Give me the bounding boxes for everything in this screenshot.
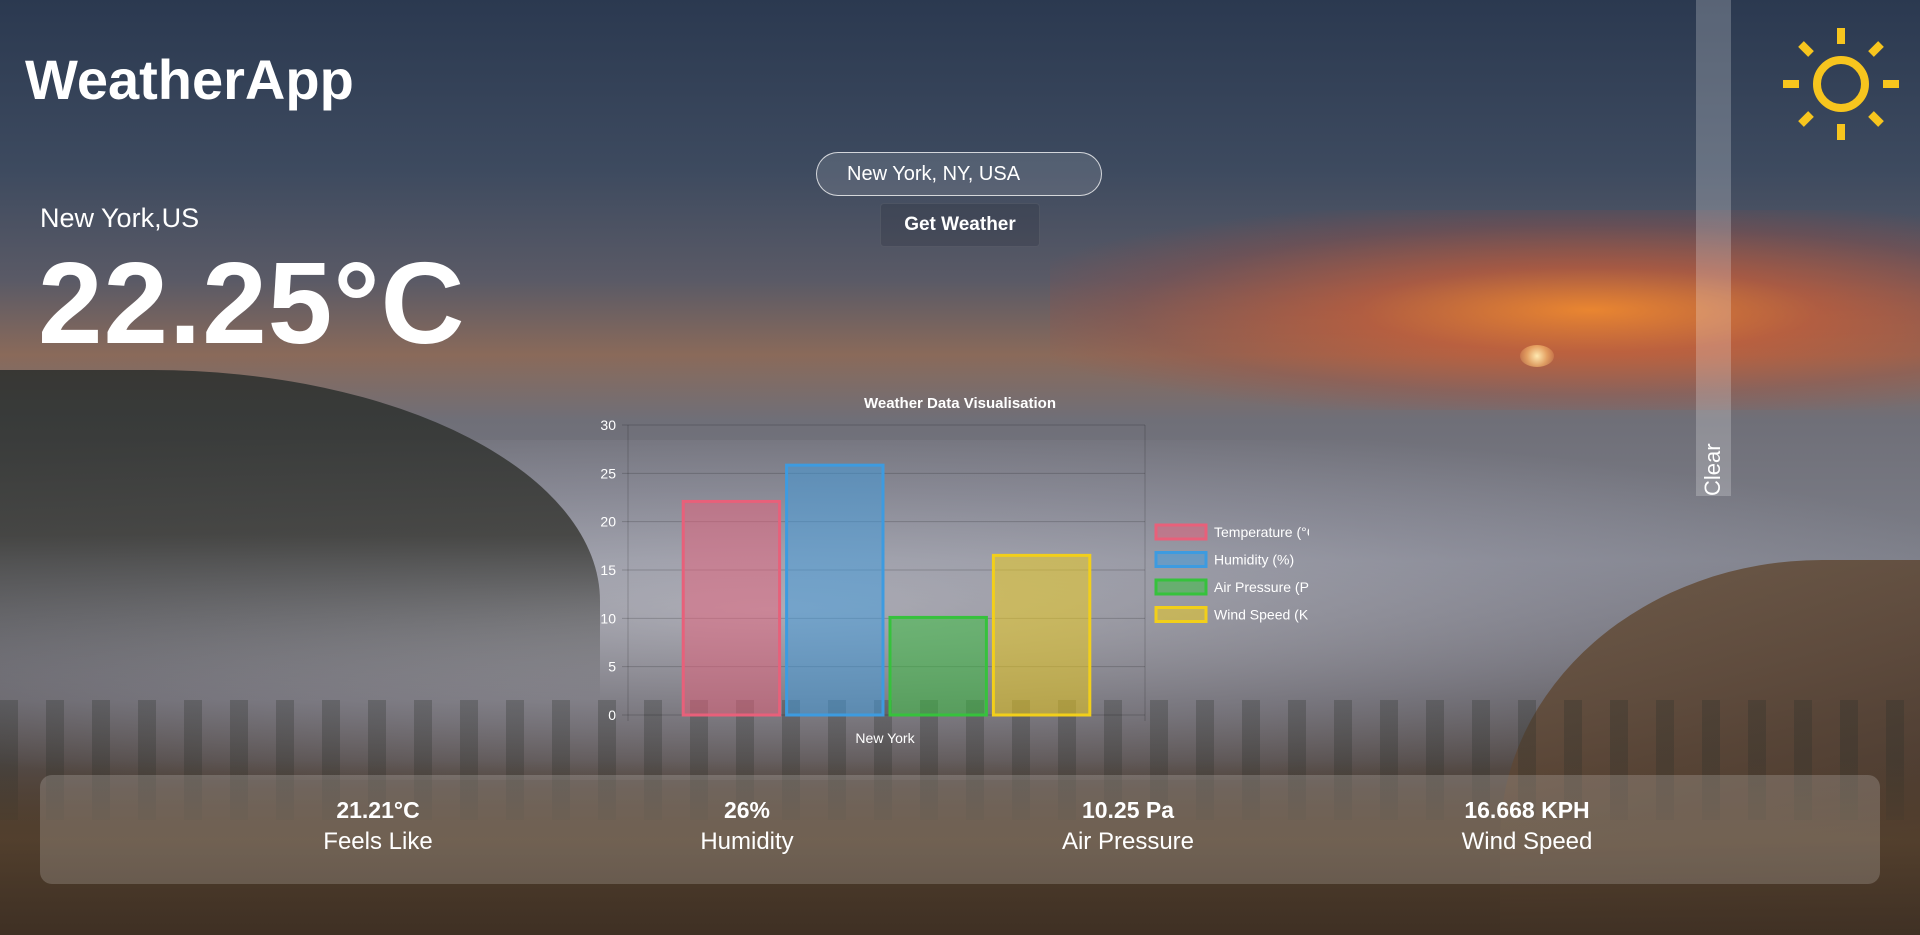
x-tick-label: New York	[855, 730, 915, 746]
legend-label: Air Pressure (Pa)	[1214, 579, 1321, 595]
legend-label: Wind Speed (KPH)	[1214, 607, 1332, 623]
setting-sun	[1520, 345, 1554, 367]
sunset-glow	[1050, 210, 1920, 410]
stat-wind-speed: 16.668 KPH Wind Speed	[1397, 795, 1657, 859]
bar-3[interactable]	[991, 553, 1092, 717]
forest-hill-left	[0, 370, 600, 700]
clear-button[interactable]: Clear	[1700, 443, 1760, 496]
legend-swatch[interactable]	[1154, 523, 1208, 541]
y-tick-label: 30	[600, 417, 616, 433]
stat-label: Humidity	[700, 828, 794, 855]
y-tick-label: 0	[608, 707, 616, 723]
app-title: WeatherApp	[25, 48, 354, 111]
y-tick-label: 25	[600, 465, 616, 481]
stat-value: 16.668 KPH	[1464, 797, 1590, 823]
stat-value: 21.21°C	[336, 797, 420, 823]
clear-sidebar-strip[interactable]	[1696, 0, 1731, 496]
y-tick-label: 10	[600, 610, 616, 626]
current-temperature: 22.25°C	[38, 238, 466, 368]
bar-2[interactable]	[888, 615, 988, 717]
legend-swatch[interactable]	[1154, 551, 1208, 568]
get-weather-button[interactable]: Get Weather	[880, 203, 1040, 247]
weather-stats-panel: 21.21°C Feels Like 26% Humidity 10.25 Pa…	[40, 775, 1880, 884]
y-tick-label: 20	[600, 514, 616, 530]
legend-label: Humidity (%)	[1214, 552, 1294, 568]
bar-0[interactable]	[681, 499, 782, 717]
bar-1[interactable]	[785, 463, 885, 717]
location-search-input[interactable]	[816, 152, 1102, 196]
stat-label: Air Pressure	[1061, 828, 1195, 855]
weather-chart: Weather Data Visualisation 0 5 10 15 20 25 30 …	[580, 388, 1340, 756]
legend-label: Temperature (°C)	[1214, 524, 1322, 540]
stat-label: Wind Speed	[1461, 828, 1593, 855]
stat-feels-like: 21.21°C Feels Like	[248, 795, 508, 859]
sun-icon	[1783, 28, 1899, 140]
chart-title: Weather Data Visualisation	[864, 395, 1056, 412]
weather-chart-svg: Weather Data Visualisation 051015202530 …	[600, 395, 1332, 746]
stat-air-pressure: 10.25 Pa Air Pressure	[998, 795, 1258, 859]
current-location: New York,US	[40, 203, 200, 233]
stat-value: 26%	[723, 797, 771, 823]
y-tick-label: 5	[608, 659, 616, 675]
legend-swatch[interactable]	[1154, 606, 1208, 623]
stat-label: Feels Like	[323, 828, 433, 855]
legend-swatch[interactable]	[1154, 578, 1208, 596]
y-tick-label: 15	[600, 562, 616, 578]
stat-humidity: 26% Humidity	[617, 795, 877, 859]
stat-value: 10.25 Pa	[1081, 797, 1175, 823]
